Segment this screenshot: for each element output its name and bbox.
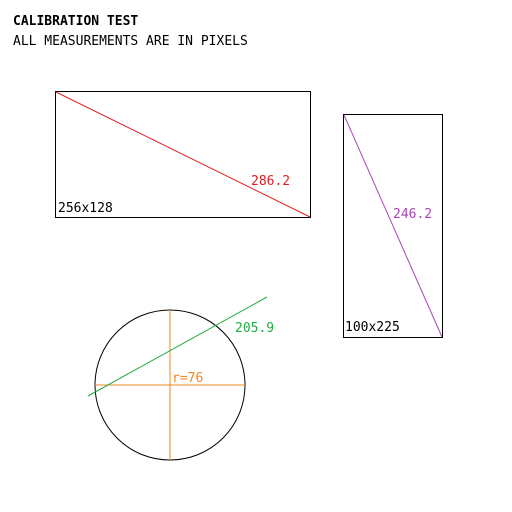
portrait-rectangle-size-label: 100x225 xyxy=(345,320,400,335)
portrait-diagonal-length-label: 246.2 xyxy=(393,207,432,222)
landscape-rectangle-size-label: 256x128 xyxy=(58,201,113,216)
landscape-diagonal-length-label: 286.2 xyxy=(251,174,290,189)
circle-radius-label: r=76 xyxy=(172,371,203,386)
landscape-rectangle-diagonal xyxy=(55,91,311,218)
calibration-canvas: 286.2 256x128 246.2 100x225 r=76 205.9 xyxy=(55,91,443,461)
circle-line-length-label: 205.9 xyxy=(235,321,274,336)
portrait-rectangle-diagonal xyxy=(343,114,443,338)
